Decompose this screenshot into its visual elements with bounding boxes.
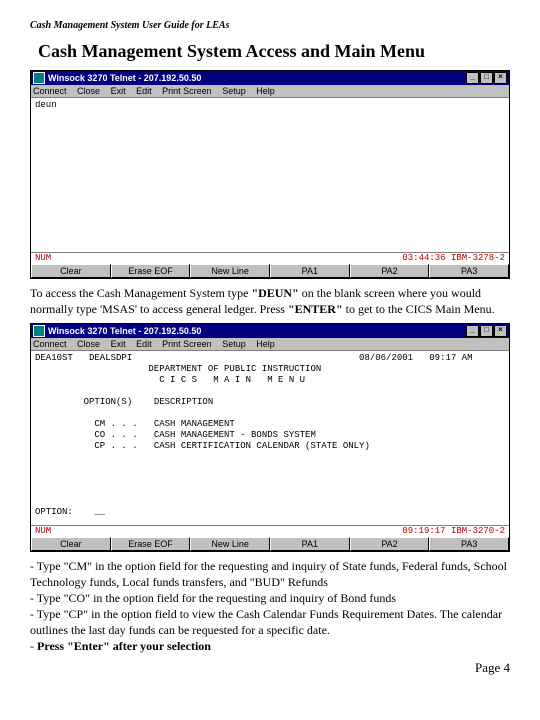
terminal-body[interactable]: deun xyxy=(31,98,509,252)
app-icon xyxy=(33,325,45,337)
fn-pa2[interactable]: PA2 xyxy=(350,264,430,278)
menu-help[interactable]: Help xyxy=(256,339,275,349)
minimize-button[interactable]: _ xyxy=(466,325,479,337)
menu-setup[interactable]: Setup xyxy=(222,86,246,96)
menu-setup[interactable]: Setup xyxy=(222,339,246,349)
bullet-co: - Type "CO" in the option field for the … xyxy=(30,590,510,606)
fn-newline[interactable]: New Line xyxy=(190,264,270,278)
terminal-window-2: Winsock 3270 Telnet - 207.192.50.50 _ □ … xyxy=(30,323,510,552)
status-left: NUM xyxy=(35,253,51,263)
menu-close[interactable]: Close xyxy=(77,339,100,349)
fn-eraseeof[interactable]: Erase EOF xyxy=(111,264,191,278)
bullet-cp: - Type "CP" in the option field to view … xyxy=(30,606,510,638)
menubar: Connect Close Exit Edit Print Screen Set… xyxy=(31,85,509,98)
menu-edit[interactable]: Edit xyxy=(136,339,152,349)
close-button[interactable]: × xyxy=(494,325,507,337)
menubar: Connect Close Exit Edit Print Screen Set… xyxy=(31,338,509,351)
menu-print[interactable]: Print Screen xyxy=(162,339,212,349)
fn-pa1[interactable]: PA1 xyxy=(270,264,350,278)
maximize-button[interactable]: □ xyxy=(480,72,493,84)
window-title: Winsock 3270 Telnet - 207.192.50.50 xyxy=(48,73,201,83)
bullet-cm: - Type "CM" in the option field for the … xyxy=(30,558,510,590)
titlebar: Winsock 3270 Telnet - 207.192.50.50 _ □ … xyxy=(31,324,509,338)
menu-help[interactable]: Help xyxy=(256,86,275,96)
function-row: Clear Erase EOF New Line PA1 PA2 PA3 xyxy=(31,536,509,551)
fn-clear[interactable]: Clear xyxy=(31,537,111,551)
page-number: Page 4 xyxy=(30,660,510,676)
status-right: 09:19:17 IBM-3270-2 xyxy=(402,526,505,536)
fn-newline[interactable]: New Line xyxy=(190,537,270,551)
function-row: Clear Erase EOF New Line PA1 PA2 PA3 xyxy=(31,263,509,278)
maximize-button[interactable]: □ xyxy=(480,325,493,337)
running-header: Cash Management System User Guide for LE… xyxy=(30,20,510,31)
fn-eraseeof[interactable]: Erase EOF xyxy=(111,537,191,551)
window-title: Winsock 3270 Telnet - 207.192.50.50 xyxy=(48,326,201,336)
section-heading: Cash Management System Access and Main M… xyxy=(38,41,510,62)
minimize-button[interactable]: _ xyxy=(466,72,479,84)
fn-pa3[interactable]: PA3 xyxy=(429,264,509,278)
status-left: NUM xyxy=(35,526,51,536)
menu-exit[interactable]: Exit xyxy=(111,339,126,349)
menu-print[interactable]: Print Screen xyxy=(162,86,212,96)
terminal-window-1: Winsock 3270 Telnet - 207.192.50.50 _ □ … xyxy=(30,70,510,279)
fn-pa3[interactable]: PA3 xyxy=(429,537,509,551)
menu-connect[interactable]: Connect xyxy=(33,339,67,349)
bullet-enter: - Press "Enter" after your selection xyxy=(30,638,510,654)
fn-clear[interactable]: Clear xyxy=(31,264,111,278)
menu-exit[interactable]: Exit xyxy=(111,86,126,96)
titlebar: Winsock 3270 Telnet - 207.192.50.50 _ □ … xyxy=(31,71,509,85)
menu-connect[interactable]: Connect xyxy=(33,86,67,96)
terminal-body[interactable]: DEA10ST DEALSDPI 08/06/2001 09:17 AM DEP… xyxy=(31,351,509,525)
fn-pa2[interactable]: PA2 xyxy=(350,537,430,551)
fn-pa1[interactable]: PA1 xyxy=(270,537,350,551)
status-right: 03:44:36 IBM-3278-2 xyxy=(402,253,505,263)
instruction-para-1: To access the Cash Management System typ… xyxy=(30,285,510,317)
status-bar: NUM 09:19:17 IBM-3270-2 xyxy=(31,525,509,536)
app-icon xyxy=(33,72,45,84)
menu-close[interactable]: Close xyxy=(77,86,100,96)
close-button[interactable]: × xyxy=(494,72,507,84)
status-bar: NUM 03:44:36 IBM-3278-2 xyxy=(31,252,509,263)
menu-edit[interactable]: Edit xyxy=(136,86,152,96)
instruction-bullets: - Type "CM" in the option field for the … xyxy=(30,558,510,654)
